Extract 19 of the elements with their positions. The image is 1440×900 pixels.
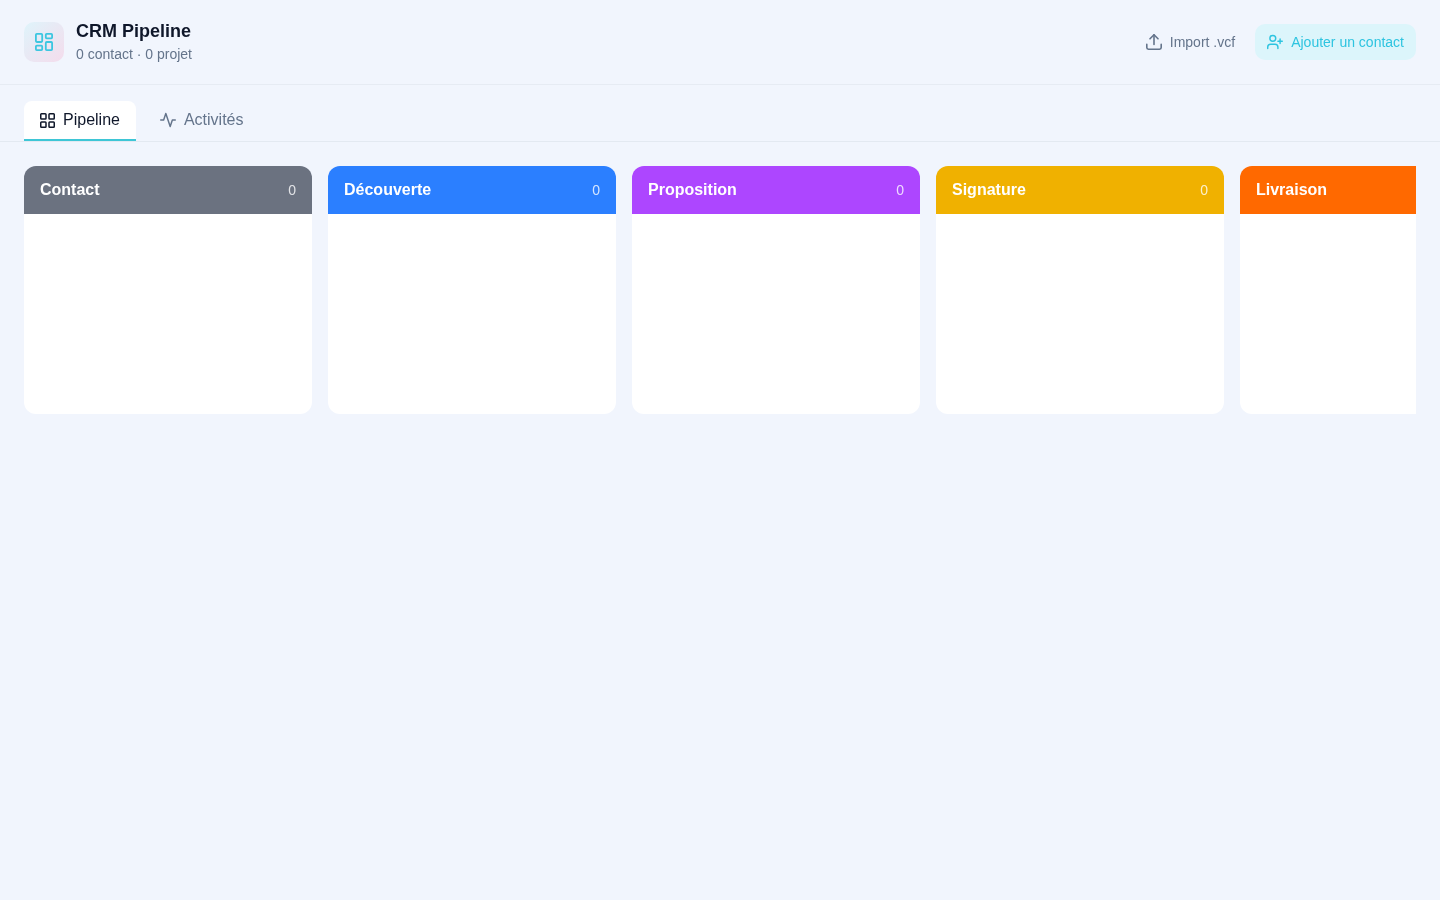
column-count: 0	[592, 182, 600, 198]
column-title: Signature	[952, 181, 1026, 199]
user-plus-icon	[1267, 34, 1284, 50]
tab[interactable]: Activités	[143, 101, 260, 141]
column-title: Proposition	[648, 181, 737, 199]
grid-icon	[40, 112, 55, 128]
dashboard-icon	[24, 22, 64, 62]
import-button[interactable]: Import .vcf	[1133, 24, 1248, 60]
app-subtitle: 0 contact · 0 projet	[76, 45, 192, 64]
tab[interactable]: Pipeline	[24, 101, 136, 141]
upload-icon	[1145, 34, 1162, 50]
column-count: 0	[896, 182, 904, 198]
column-title: Livraison	[1256, 181, 1328, 199]
activity-icon	[159, 112, 176, 128]
column-title: Découverte	[344, 181, 432, 199]
column-count: 0	[288, 182, 296, 198]
column-title: Contact	[40, 181, 100, 199]
column-count: 0	[1200, 182, 1208, 198]
app-title: CRM Pipeline	[76, 20, 192, 42]
